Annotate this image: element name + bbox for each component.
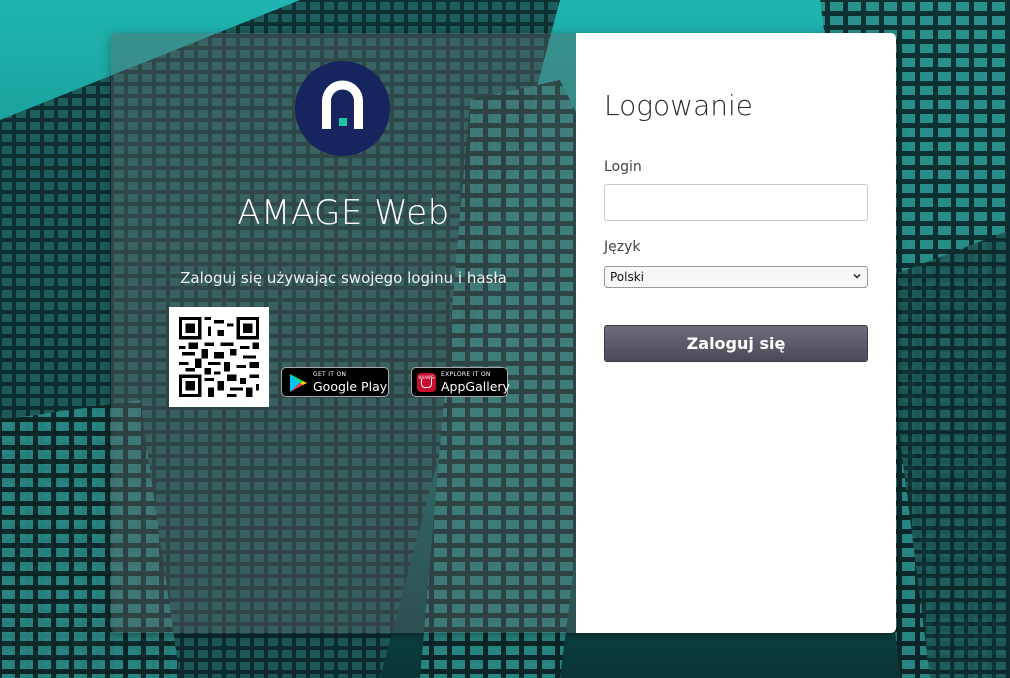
brand-panel: AMAGE Web Zaloguj się używając swojego l… bbox=[111, 33, 576, 633]
appgallery-big-text: AppGallery bbox=[441, 379, 510, 394]
appgallery-badge[interactable]: HUAWEI EXPLORE IT ON AppGallery bbox=[411, 367, 510, 397]
form-title: Logowanie bbox=[604, 89, 753, 122]
appgallery-icon: HUAWEI bbox=[417, 373, 436, 392]
google-play-badge[interactable]: GET IT ON Google Play bbox=[281, 367, 389, 397]
google-play-big-text: Google Play bbox=[313, 379, 388, 394]
language-select[interactable]: Polski bbox=[604, 266, 868, 288]
login-label: Login bbox=[604, 159, 642, 175]
chevron-down-icon bbox=[853, 273, 861, 279]
login-button[interactable]: Zaloguj się bbox=[604, 325, 868, 362]
language-label: Język bbox=[604, 239, 641, 255]
appgallery-small-text: EXPLORE IT ON bbox=[441, 371, 491, 378]
google-play-icon bbox=[290, 374, 307, 392]
qr-code[interactable] bbox=[169, 307, 269, 407]
login-input[interactable] bbox=[604, 184, 868, 221]
login-form-panel: Logowanie Login Język Polski Zaloguj się bbox=[576, 33, 896, 633]
language-selected-value: Polski bbox=[610, 270, 645, 284]
login-card: AMAGE Web Zaloguj się używając swojego l… bbox=[111, 33, 896, 633]
amage-logo bbox=[295, 61, 390, 156]
login-instructions: Zaloguj się używając swojego loginu i ha… bbox=[180, 269, 507, 287]
app-title: AMAGE Web bbox=[237, 193, 450, 233]
google-play-small-text: GET IT ON bbox=[313, 371, 347, 378]
